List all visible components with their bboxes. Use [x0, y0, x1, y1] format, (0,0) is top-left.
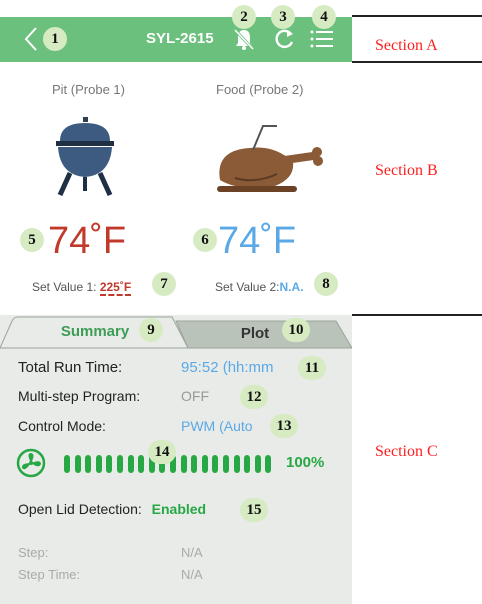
- badge-11: 11: [298, 356, 326, 380]
- badge-8: 8: [314, 272, 338, 296]
- set-value-2[interactable]: Set Value 2:N.A.: [215, 280, 304, 294]
- section-b-bottom-rule: [352, 314, 482, 316]
- food-probe-label: Food (Probe 2): [216, 82, 304, 97]
- badge-3: 3: [271, 5, 295, 29]
- badge-10: 10: [282, 318, 310, 342]
- fan-bar-segment: [85, 455, 92, 473]
- phone-screen: SYL-2615 Pit (Probe 1) Food (Probe 2) 74…: [0, 0, 352, 604]
- step-label: Step:: [18, 545, 49, 560]
- run-time-value: 95:52 (hh:mm: [181, 359, 274, 376]
- bell-muted-icon[interactable]: [230, 25, 258, 53]
- run-time-row: Total Run Time: 95:52 (hh:mm: [18, 359, 274, 376]
- control-mode-value[interactable]: PWM (Auto: [181, 418, 253, 434]
- pit-temperature: 74˚F: [48, 220, 126, 263]
- badge-9: 9: [139, 318, 163, 342]
- pit-probe-label: Pit (Probe 1): [52, 82, 125, 97]
- badge-4: 4: [312, 5, 336, 29]
- run-time-label: Total Run Time:: [18, 359, 123, 376]
- section-a-top-rule: [352, 15, 482, 17]
- badge-2: 2: [232, 5, 256, 29]
- step-time-row: Step Time: N/A: [18, 567, 203, 582]
- fan-bar-segment: [233, 455, 240, 473]
- badge-13: 13: [270, 414, 298, 438]
- step-row: Step: N/A: [18, 545, 203, 560]
- fan-bar-segment: [95, 455, 102, 473]
- section-c-label: Section C: [375, 443, 438, 460]
- fan-bar-segment: [223, 455, 229, 473]
- step-value: N/A: [181, 545, 203, 560]
- fan-icon: [16, 448, 46, 478]
- fan-bar-segment: [106, 455, 113, 473]
- set-value-1[interactable]: Set Value 1: 225˚F: [32, 280, 132, 296]
- fan-bar-segment: [191, 455, 198, 473]
- fan-bar-segment: [127, 455, 134, 473]
- badge-6: 6: [193, 228, 217, 252]
- tab-summary[interactable]: Summary: [40, 317, 150, 347]
- fan-bar-segment: [74, 455, 81, 473]
- food-temperature: 74˚F: [218, 220, 296, 263]
- fan-bar-segment: [254, 455, 261, 473]
- back-button[interactable]: [24, 26, 38, 57]
- section-a-bottom-rule: [352, 61, 482, 63]
- step-time-value: N/A: [181, 567, 203, 582]
- badge-15: 15: [240, 498, 268, 522]
- set-value-1-label: Set Value 1:: [32, 280, 100, 294]
- fan-percent: 100%: [286, 454, 325, 471]
- grill-icon: [56, 117, 114, 197]
- set-value-2-value[interactable]: N.A.: [280, 280, 304, 294]
- menu-list-icon[interactable]: [308, 25, 336, 53]
- multistep-label: Multi-step Program:: [18, 388, 141, 404]
- section-b-label: Section B: [375, 162, 438, 179]
- fan-bar-segment: [212, 455, 219, 473]
- control-mode-label: Control Mode:: [18, 418, 106, 434]
- badge-1: 1: [43, 27, 67, 51]
- fan-bar-segment: [117, 455, 123, 473]
- fan-bar-segment: [244, 455, 251, 473]
- fan-bar-segment: [201, 455, 208, 473]
- fan-bar-segment: [64, 455, 70, 473]
- control-mode-row: Control Mode: PWM (Auto: [18, 418, 253, 434]
- multistep-value[interactable]: OFF: [181, 388, 209, 404]
- food-temp-unit: ˚F: [260, 220, 297, 262]
- turkey-icon: [217, 125, 323, 192]
- pit-temp-value: 74: [48, 220, 91, 262]
- chevron-left-icon: [24, 27, 37, 51]
- badge-5: 5: [20, 228, 44, 252]
- food-temp-value: 74: [218, 220, 261, 262]
- badge-14: 14: [148, 440, 176, 464]
- lid-label: Open Lid Detection:: [18, 501, 142, 517]
- lid-row: Open Lid Detection: Enabled: [18, 501, 206, 517]
- badge-12: 12: [240, 385, 268, 409]
- pit-temp-unit: ˚F: [90, 220, 127, 262]
- set-value-1-value[interactable]: 225˚F: [99, 280, 132, 296]
- multistep-row: Multi-step Program: OFF: [18, 388, 209, 404]
- step-time-label: Step Time:: [18, 567, 81, 582]
- section-a-label: Section A: [375, 37, 438, 54]
- fan-bar-segment: [265, 455, 272, 473]
- fan-bar-segment: [180, 455, 187, 473]
- summary-panel: Summary Plot Total Run Time: 95:52 (hh:m…: [0, 315, 352, 604]
- refresh-icon[interactable]: [270, 25, 298, 53]
- device-title: SYL-2615: [146, 30, 214, 47]
- fan-bar-segment: [138, 455, 145, 473]
- badge-7: 7: [152, 272, 176, 296]
- set-value-2-label: Set Value 2:: [215, 280, 280, 294]
- lid-value[interactable]: Enabled: [152, 501, 206, 517]
